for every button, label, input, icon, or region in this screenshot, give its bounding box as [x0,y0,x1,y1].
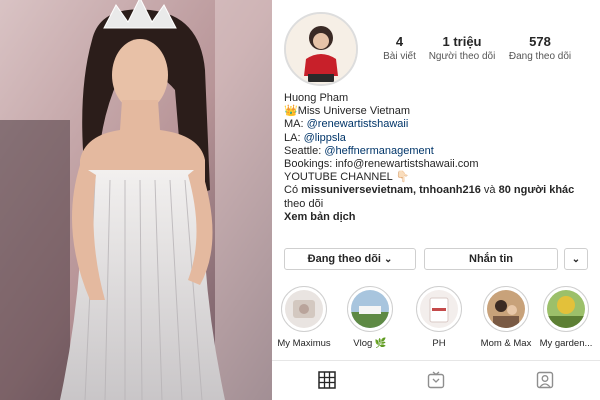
highlight-ring [347,286,393,332]
highlight-cover [547,290,585,328]
grid-icon [318,371,336,389]
mention-link-seattle[interactable]: @heffnermanagement [324,145,433,157]
bio-line-la: LA: @lippsla [284,131,346,144]
highlight-label: Mom & Max [480,338,532,349]
highlight-my-maximus[interactable]: My Maximus [276,286,332,349]
highlight-label: My Maximus [277,338,331,349]
posts-count: 4 [395,34,404,49]
highlight-label: PH [432,338,446,349]
highlight-cover [285,290,323,328]
profile-tab-bar [272,360,600,400]
following-button-label: Đang theo dõi [307,253,381,265]
chevron-down-icon: ⌄ [383,253,393,265]
point-down-icon: 👇🏻 [395,171,410,184]
following-count: 578 [529,34,551,49]
highlight-ring [543,286,589,332]
crown-icon: 👑 [284,105,298,118]
followers-stat[interactable]: 1 triệu Người theo dõi [422,34,502,64]
tab-igtv[interactable] [427,371,445,394]
mention-link-ma[interactable]: @renewartistshawaii [307,118,409,130]
bio-line-title: 👑Miss Universe Vietnam [284,105,410,118]
avatar-image [286,14,356,84]
tab-posts-grid[interactable] [318,371,336,394]
highlight-ring [483,286,529,332]
tagged-icon [536,371,554,389]
highlight-cover [487,290,525,328]
profile-photo-panel [0,0,272,400]
following-stat[interactable]: 578 Đang theo dõi [500,34,580,64]
highlight-vlog[interactable]: Vlog 🌿 [342,286,398,349]
highlight-cover [420,290,458,328]
instagram-profile: 4 Bài viết 1 triệu Người theo dõi 578 Đa… [272,0,600,400]
highlight-ring [416,286,462,332]
highlight-my-garden[interactable]: My garden... [538,286,594,349]
igtv-icon [427,371,445,389]
bio-line-ma: MA: @renewartistshawaii [284,118,409,131]
leaf-icon: 🌿 [374,338,387,349]
bio-line-seattle: Seattle: @heffnermanagement [284,144,434,157]
bio-line-youtube: YOUTUBE CHANNEL 👇🏻 [284,171,410,184]
followed-by[interactable]: Có missuniversevietnam, tnhoanh216 và 80… [284,184,596,197]
highlight-mom-max[interactable]: Mom & Max [478,286,534,349]
profile-bio: Huong Pham 👑Miss Universe Vietnam MA: @r… [284,92,596,224]
highlight-ring [281,286,327,332]
profile-name: Huong Pham [284,92,349,104]
message-button[interactable]: Nhắn tin [424,248,558,270]
bio-line-bookings: Bookings: info@renewartistshawaii.com [284,158,479,171]
highlight-label: Vlog 🌿 [353,338,387,349]
tab-tagged[interactable] [536,371,554,394]
following-label: Đang theo dõi [508,51,572,62]
avatar[interactable] [284,12,358,86]
highlight-ph[interactable]: PH [411,286,467,349]
woman-in-gown-photo [0,0,272,400]
posts-label: Bài viết [383,51,416,62]
highlight-label: My garden... [539,338,593,349]
mention-link-la[interactable]: @lippsla [304,132,346,144]
following-button[interactable]: Đang theo dõi ⌄ [284,248,416,270]
chevron-down-icon: ⌄ [571,253,581,265]
followers-label: Người theo dõi [428,51,496,62]
see-translation-link[interactable]: Xem bản dịch [284,211,596,224]
followed-by-suffix: theo dõi [284,197,324,210]
message-button-label: Nhắn tin [469,253,513,265]
suggested-accounts-button[interactable]: ⌄ [564,248,588,270]
highlight-cover [351,290,389,328]
followers-count: 1 triệu [442,34,482,49]
posts-stat[interactable]: 4 Bài viết [372,34,427,64]
